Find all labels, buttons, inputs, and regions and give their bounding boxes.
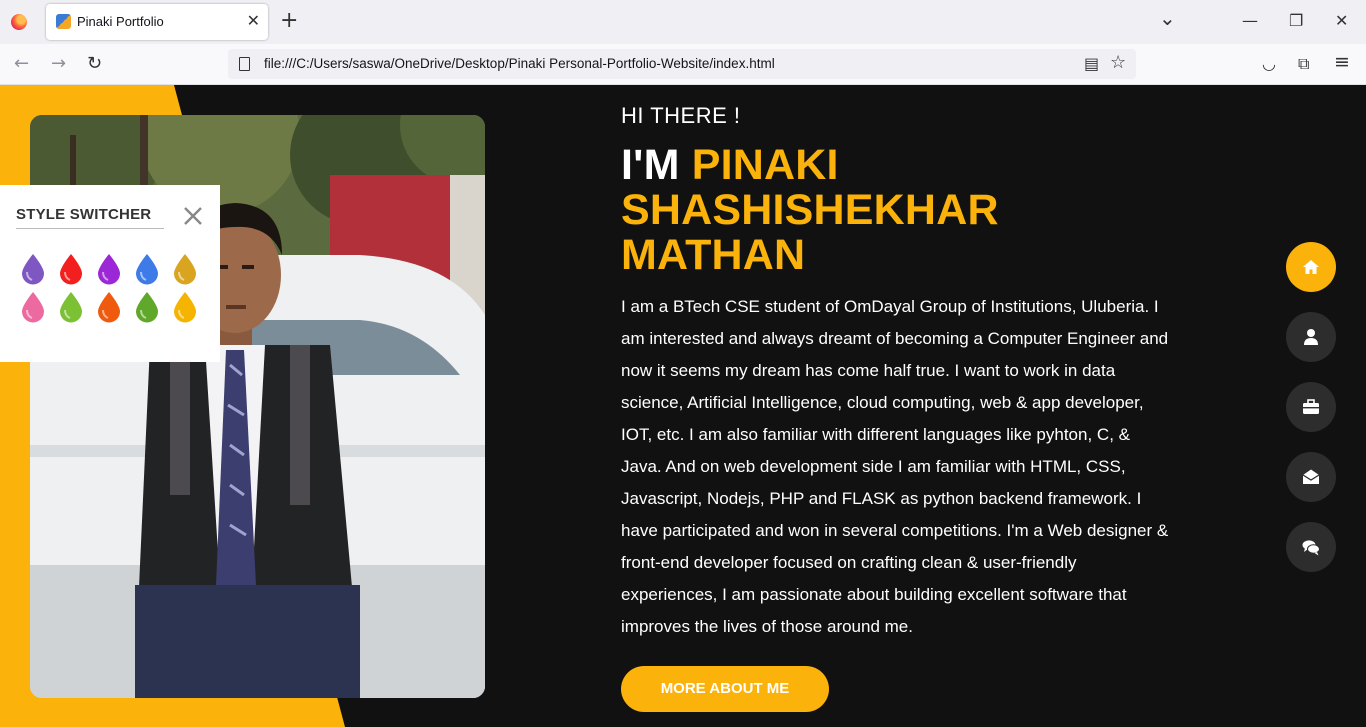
minimize-button[interactable]: — xyxy=(1242,11,1258,31)
color-drop-icon[interactable] xyxy=(96,253,122,285)
nav-chat[interactable] xyxy=(1286,522,1336,572)
user-icon xyxy=(1304,329,1318,345)
pocket-icon[interactable]: ◡ xyxy=(1262,54,1276,74)
new-tab-button[interactable]: + xyxy=(280,10,298,32)
comments-icon xyxy=(1302,540,1320,556)
greeting-text: HI THERE ! xyxy=(621,103,741,128)
menu-icon[interactable]: ≡ xyxy=(1334,52,1350,72)
color-drop-icon[interactable] xyxy=(58,291,84,323)
tab-close-icon[interactable]: ✕ xyxy=(247,11,260,31)
favicon-icon xyxy=(56,14,71,29)
style-switcher-title: STYLE SWITCHER xyxy=(16,206,152,223)
color-drop-icon[interactable] xyxy=(134,291,160,323)
hero-bio: I am a BTech CSE student of OmDayal Grou… xyxy=(621,297,1169,636)
forward-button[interactable]: → xyxy=(51,53,66,75)
color-drop-icon[interactable] xyxy=(172,253,198,285)
close-window-button[interactable]: ✕ xyxy=(1335,11,1348,31)
tab-bar: Pinaki Portfolio ✕ + ⌄ — ❐ ✕ xyxy=(0,0,1366,44)
page-icon xyxy=(239,57,250,71)
home-icon xyxy=(1303,260,1319,274)
firefox-icon[interactable] xyxy=(11,14,27,30)
nav-portfolio[interactable] xyxy=(1286,382,1336,432)
envelope-open-icon xyxy=(1302,469,1320,484)
color-drop-icon[interactable] xyxy=(96,291,122,323)
reload-button[interactable]: ↻ xyxy=(87,53,102,75)
nav-about[interactable] xyxy=(1286,312,1336,362)
close-icon[interactable] xyxy=(182,205,204,227)
headline-prefix: I'M xyxy=(621,141,692,189)
url-bar[interactable]: file:///C:/Users/saswa/OneDrive/Desktop/… xyxy=(228,49,1136,79)
nav-home[interactable] xyxy=(1286,242,1336,292)
more-about-me-button[interactable]: MORE ABOUT ME xyxy=(621,666,829,712)
reader-view-icon[interactable]: ▤ xyxy=(1084,54,1099,74)
tab-title: Pinaki Portfolio xyxy=(77,14,164,29)
color-drop-icon[interactable] xyxy=(20,253,46,285)
extensions-icon[interactable]: ⧉ xyxy=(1298,54,1309,74)
divider xyxy=(16,228,164,229)
bookmark-star-icon[interactable]: ☆ xyxy=(1110,53,1126,73)
hero-headline: I'M PINAKI SHASHISHEKHAR MATHAN xyxy=(621,143,1181,278)
restore-button[interactable]: ❐ xyxy=(1289,11,1303,31)
url-text[interactable]: file:///C:/Users/saswa/OneDrive/Desktop/… xyxy=(264,56,775,71)
home-section: HI THERE ! I'M PINAKI SHASHISHEKHAR MATH… xyxy=(0,85,1366,727)
color-drop-icon[interactable] xyxy=(58,253,84,285)
style-switcher-panel: STYLE SWITCHER xyxy=(0,185,220,362)
nav-contact[interactable] xyxy=(1286,452,1336,502)
navigation-toolbar: ← → ↻ file:///C:/Users/saswa/OneDrive/De… xyxy=(0,44,1366,85)
color-drop-icon[interactable] xyxy=(20,291,46,323)
color-drop-icon[interactable] xyxy=(172,291,198,323)
browser-tab[interactable]: Pinaki Portfolio ✕ xyxy=(46,4,268,40)
list-all-tabs-icon[interactable]: ⌄ xyxy=(1159,8,1176,28)
color-drop-icon[interactable] xyxy=(134,253,160,285)
briefcase-icon xyxy=(1303,399,1319,414)
back-button[interactable]: ← xyxy=(14,53,29,75)
